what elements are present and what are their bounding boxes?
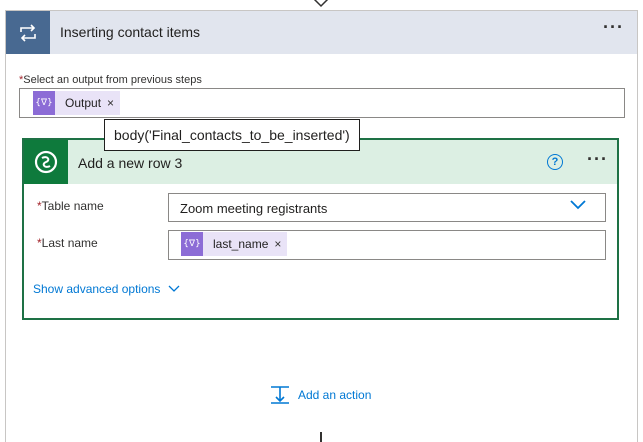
add-action-label: Add an action xyxy=(298,388,372,402)
advanced-options-label: Show advanced options xyxy=(33,282,161,296)
apply-to-each-title: Inserting contact items xyxy=(60,24,201,40)
add-an-action-button[interactable]: Add an action xyxy=(270,385,371,405)
chevron-down-icon[interactable] xyxy=(569,199,587,211)
table-name-label: *Table name xyxy=(37,199,104,213)
output-dynamic-token[interactable]: {∇} Output × xyxy=(33,91,121,115)
more-options-icon[interactable]: ··· xyxy=(603,18,624,36)
table-name-value: Zoom meeting registrants xyxy=(180,201,328,216)
connector-arrow-icon xyxy=(313,0,329,8)
last-name-label: *Last name xyxy=(37,236,98,250)
help-icon[interactable]: ? xyxy=(547,154,563,170)
remove-token-icon[interactable]: × xyxy=(274,237,287,251)
expression-tooltip: body('Final_contacts_to_be_inserted') xyxy=(104,119,360,151)
loop-icon xyxy=(6,11,50,54)
expression-icon: {∇} xyxy=(181,232,203,256)
dataverse-icon xyxy=(24,140,68,184)
more-options-icon[interactable]: ··· xyxy=(587,150,608,168)
chevron-down-icon xyxy=(168,285,180,292)
last-name-dynamic-token[interactable]: {∇} last_name × xyxy=(181,232,288,256)
connector-line xyxy=(320,432,322,442)
add-action-icon xyxy=(271,386,289,404)
expression-icon: {∇} xyxy=(33,91,55,115)
token-label: Output xyxy=(65,96,102,110)
select-output-label: *Select an output from previous steps xyxy=(19,74,202,86)
add-row-action-title: Add a new row 3 xyxy=(78,155,183,171)
token-label: last_name xyxy=(213,237,269,251)
remove-token-icon[interactable]: × xyxy=(107,96,120,110)
show-advanced-options-link[interactable]: Show advanced options xyxy=(33,282,180,296)
